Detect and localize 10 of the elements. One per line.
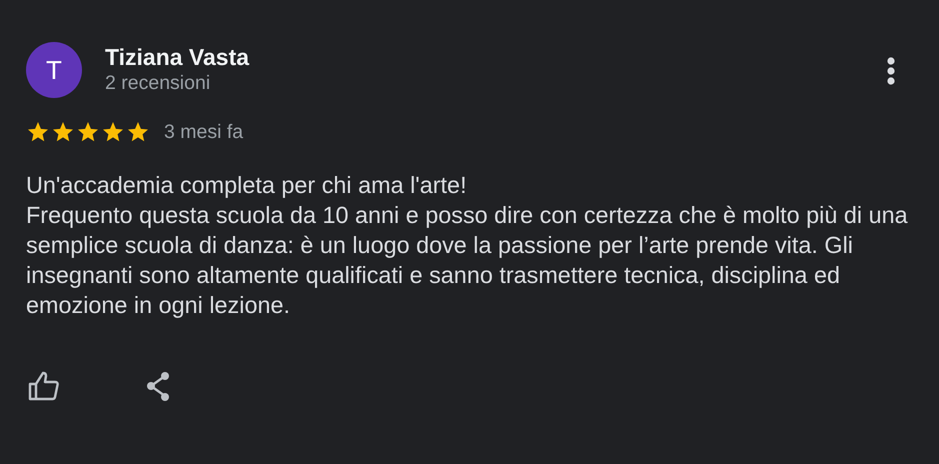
- star-icon: [101, 120, 125, 144]
- star-icon: [26, 120, 50, 144]
- review-count: 2 recensioni: [105, 71, 212, 96]
- star-icon: [51, 120, 75, 144]
- review-text: Un'accademia completa per chi ama l'arte! Frequento questa scuola da 10 anni e posso dire con certezza che è molto più di una semplice scuola di danza: è un luogo dove la passione per l’arte prende vita. Gli insegnanti sono altamente qualificati e sanno trasmettere tecnica, disciplina ed emozione in ogni lezione.: [26, 171, 909, 320]
- review-time: 3 mesi fa: [164, 120, 244, 144]
- avatar: T: [26, 42, 82, 98]
- author-name[interactable]: Tiziana Vasta: [105, 44, 250, 70]
- star-icon: [126, 120, 150, 144]
- star-icon: [76, 120, 100, 144]
